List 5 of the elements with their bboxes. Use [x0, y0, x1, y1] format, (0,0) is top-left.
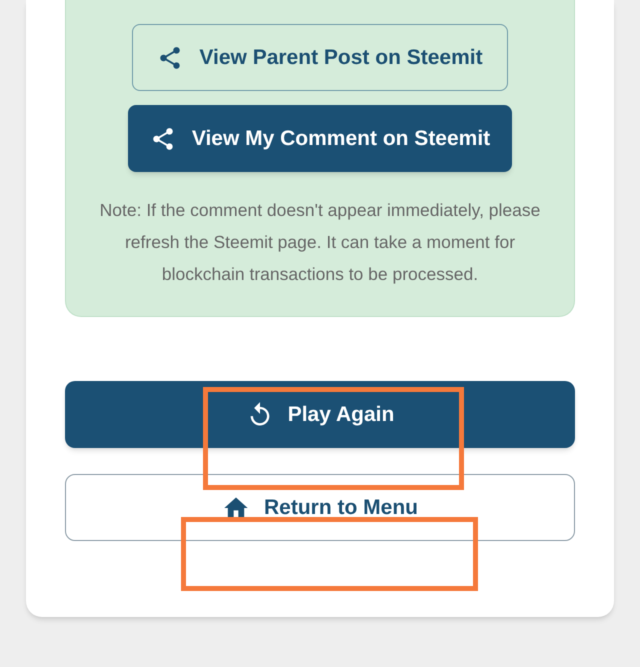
- play-again-button[interactable]: Play Again: [65, 381, 575, 448]
- steemit-link-button[interactable]: View Parent Post on Steemit: [132, 24, 508, 91]
- note-text: Note: If the comment doesn't appear immediately, please refresh the Steemit page. It can take a moment for blockchain transactions to be processed.: [98, 199, 542, 286]
- steemit-link-button[interactable]: View My Comment on Steemit: [128, 105, 512, 172]
- return-to-menu-button[interactable]: Return to Menu: [65, 474, 575, 541]
